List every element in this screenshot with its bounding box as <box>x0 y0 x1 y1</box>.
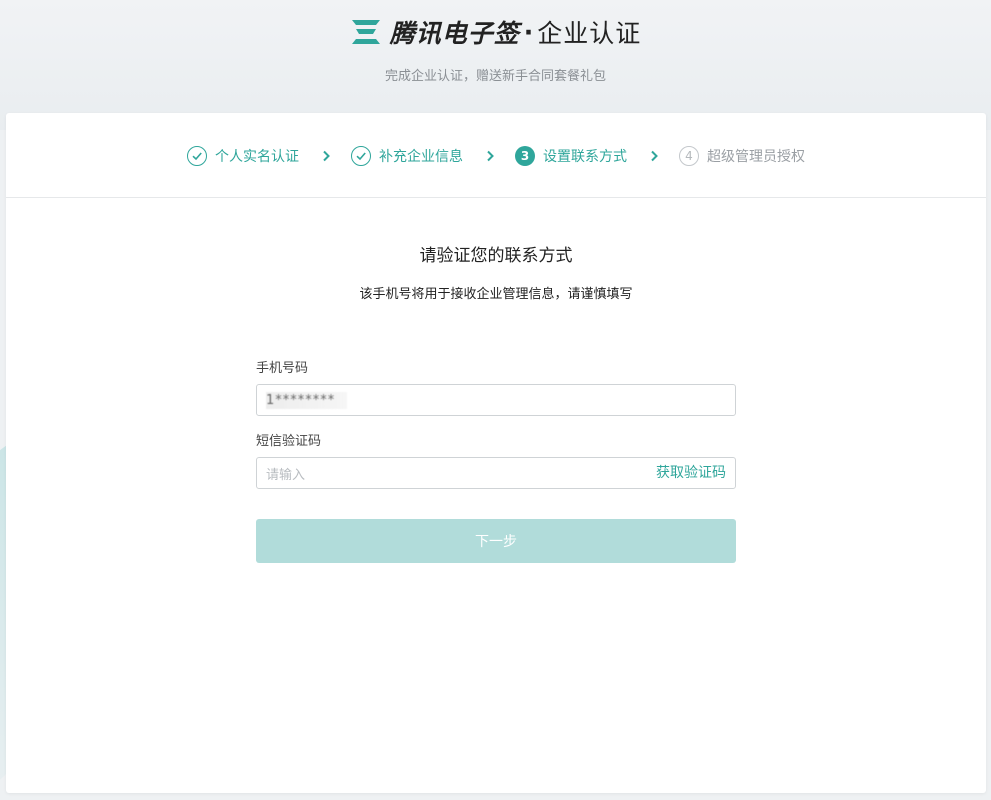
code-label: 短信验证码 <box>256 434 322 449</box>
page-subtitle: 完成企业认证，赠送新手合同套餐礼包 <box>384 69 606 84</box>
verification-card: 个人实名认证 补充企业信息 3 设置联系方式 4 超级管理员授权 请验证您的联系… <box>6 113 986 793</box>
check-circle-icon <box>187 146 207 166</box>
step-number: 4 <box>679 146 699 166</box>
main-description: 该手机号将用于接收企业管理信息，请谨慎填写 <box>359 287 633 302</box>
step-admin-authorization: 4 超级管理员授权 <box>679 146 805 166</box>
main-title: 请验证您的联系方式 <box>419 246 573 266</box>
code-placeholder: 请输入 <box>266 467 306 483</box>
phone-label: 手机号码 <box>256 361 309 376</box>
chevron-right-icon <box>485 150 495 162</box>
page-header: 腾讯电子签 · 企业认证 完成企业认证，赠送新手合同套餐礼包 <box>0 0 991 113</box>
get-code-button[interactable]: 获取验证码 <box>656 458 726 488</box>
step-label: 设置联系方式 <box>543 149 627 165</box>
brand-suffix: 企业认证 <box>537 19 642 48</box>
check-circle-icon <box>351 146 371 166</box>
step-company-info: 补充企业信息 <box>351 146 463 166</box>
progress-steps: 个人实名认证 补充企业信息 3 设置联系方式 4 超级管理员授权 <box>6 113 986 198</box>
phone-input[interactable]: 1******** <box>256 384 736 416</box>
phone-value: 1******** <box>266 391 348 409</box>
step-label: 超级管理员授权 <box>707 149 805 165</box>
brand-separator: · <box>523 17 534 47</box>
chevron-right-icon <box>321 150 331 162</box>
brand: 腾讯电子签 · 企业认证 <box>0 14 991 50</box>
chevron-right-icon <box>649 150 659 162</box>
next-button[interactable]: 下一步 <box>256 519 736 563</box>
step-number: 3 <box>515 146 535 166</box>
brand-name: 腾讯电子签 <box>389 19 520 48</box>
step-label: 个人实名认证 <box>215 149 299 165</box>
contact-form: 手机号码 1******** 短信验证码 请输入 获取验证码 下一步 <box>256 359 736 563</box>
tencent-esign-logo-icon <box>351 20 380 44</box>
step-label: 补充企业信息 <box>379 149 463 165</box>
step-personal-verification: 个人实名认证 <box>187 146 299 166</box>
step-contact-method: 3 设置联系方式 <box>515 146 627 166</box>
sms-code-input[interactable]: 请输入 获取验证码 <box>256 457 736 489</box>
